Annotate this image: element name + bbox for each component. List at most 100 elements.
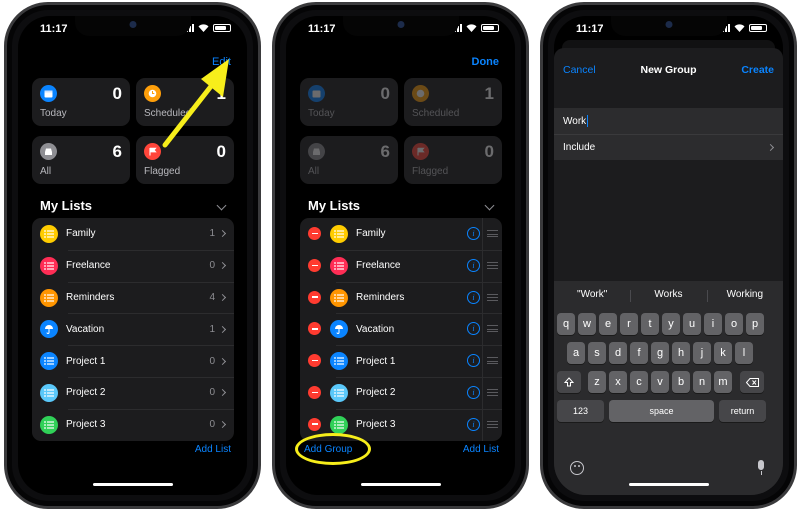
- info-icon[interactable]: i: [467, 227, 480, 240]
- suggestion[interactable]: Works: [630, 289, 706, 305]
- key-r[interactable]: r: [620, 313, 638, 335]
- space-key[interactable]: space: [609, 400, 714, 422]
- key-b[interactable]: b: [672, 371, 690, 393]
- key-q[interactable]: q: [557, 313, 575, 335]
- delete-icon[interactable]: [308, 322, 321, 336]
- add-list-button[interactable]: Add List: [463, 444, 499, 455]
- card-scheduled: 1 Scheduled: [404, 78, 502, 126]
- info-icon[interactable]: i: [467, 385, 480, 399]
- key-c[interactable]: c: [630, 371, 648, 393]
- reorder-handle-icon[interactable]: [487, 388, 498, 396]
- list-row-reminders[interactable]: Reminders i: [300, 281, 502, 314]
- notch: [610, 16, 727, 36]
- shift-icon[interactable]: [557, 371, 581, 393]
- key-f[interactable]: f: [630, 342, 648, 364]
- key-z[interactable]: z: [588, 371, 606, 393]
- suggestion[interactable]: Working: [706, 289, 783, 305]
- list-name: Project 3: [66, 419, 106, 431]
- key-x[interactable]: x: [609, 371, 627, 393]
- group-form: Work Include: [554, 108, 783, 160]
- list-row-project-2[interactable]: Project 2 i: [300, 376, 502, 409]
- key-n[interactable]: n: [693, 371, 711, 393]
- list-row-family[interactable]: Family i: [300, 218, 502, 250]
- info-icon[interactable]: i: [467, 290, 480, 304]
- reorder-handle-icon[interactable]: [487, 293, 498, 301]
- return-key[interactable]: return: [719, 400, 766, 422]
- key-e[interactable]: e: [599, 313, 617, 335]
- delete-icon[interactable]: [308, 258, 321, 272]
- chevron-down-icon[interactable]: [216, 200, 227, 211]
- done-button[interactable]: Done: [472, 56, 500, 68]
- reorder-handle-icon[interactable]: [487, 420, 498, 428]
- chevron-down-icon[interactable]: [484, 200, 495, 211]
- info-icon[interactable]: i: [467, 417, 480, 431]
- list-row-vacation[interactable]: Vacation i: [300, 313, 502, 345]
- key-row-1: q w e r t y u i o p: [554, 313, 783, 335]
- numbers-key[interactable]: 123: [557, 400, 604, 422]
- cancel-button[interactable]: Cancel: [563, 64, 596, 76]
- key-g[interactable]: g: [651, 342, 669, 364]
- list-row-reminders[interactable]: Reminders 4: [32, 281, 234, 314]
- delete-icon[interactable]: [308, 290, 321, 304]
- reorder-handle-icon[interactable]: [487, 357, 498, 365]
- emoji-icon[interactable]: [570, 461, 584, 475]
- text-cursor: [587, 115, 589, 127]
- key-d[interactable]: d: [609, 342, 627, 364]
- group-name-field[interactable]: Work: [554, 108, 783, 134]
- key-t[interactable]: t: [641, 313, 659, 335]
- include-row[interactable]: Include: [554, 134, 783, 160]
- my-lists-title: My Lists: [40, 198, 93, 213]
- key-m[interactable]: m: [714, 371, 732, 393]
- list-row-project-3[interactable]: Project 3 0: [32, 408, 234, 441]
- card-count: 6: [112, 142, 122, 161]
- key-u[interactable]: u: [683, 313, 701, 335]
- info-icon[interactable]: i: [467, 354, 480, 368]
- key-l[interactable]: l: [735, 342, 753, 364]
- key-s[interactable]: s: [588, 342, 606, 364]
- list-icon: [330, 383, 348, 402]
- key-y[interactable]: y: [662, 313, 680, 335]
- backspace-icon[interactable]: [740, 371, 764, 393]
- list-row-freelance[interactable]: Freelance i: [300, 249, 502, 282]
- delete-icon[interactable]: [308, 385, 321, 399]
- list-row-project-2[interactable]: Project 2 0: [32, 376, 234, 409]
- delete-icon[interactable]: [308, 354, 321, 368]
- list-row-vacation[interactable]: Vacation 1: [32, 313, 234, 345]
- create-button[interactable]: Create: [741, 64, 774, 76]
- card-today[interactable]: 0 Today: [32, 78, 130, 126]
- key-k[interactable]: k: [714, 342, 732, 364]
- key-j[interactable]: j: [693, 342, 711, 364]
- list-row-family[interactable]: Family 1: [32, 218, 234, 250]
- reorder-handle-icon[interactable]: [487, 230, 498, 237]
- info-icon[interactable]: i: [467, 322, 480, 336]
- key-p[interactable]: p: [746, 313, 764, 335]
- suggestion[interactable]: "Work": [554, 289, 630, 305]
- key-i[interactable]: i: [704, 313, 722, 335]
- key-h[interactable]: h: [672, 342, 690, 364]
- list-row-freelance[interactable]: Freelance 0: [32, 249, 234, 282]
- key-w[interactable]: w: [578, 313, 596, 335]
- chevron-right-icon: [218, 262, 227, 270]
- battery-icon: [481, 24, 499, 32]
- list-row-project-1[interactable]: Project 1 0: [32, 345, 234, 377]
- list-icon: [330, 256, 348, 275]
- chevron-right-icon: [766, 143, 775, 152]
- reorder-handle-icon[interactable]: [487, 325, 498, 333]
- key-a[interactable]: a: [567, 342, 585, 364]
- key-o[interactable]: o: [725, 313, 743, 335]
- add-list-button[interactable]: Add List: [195, 444, 231, 455]
- reorder-handle-icon[interactable]: [487, 261, 498, 269]
- delete-icon[interactable]: [308, 417, 321, 431]
- wifi-icon: [198, 24, 209, 32]
- list-row-project-1[interactable]: Project 1 i: [300, 345, 502, 377]
- info-icon[interactable]: i: [467, 258, 480, 272]
- microphone-icon[interactable]: [758, 460, 764, 475]
- key-v[interactable]: v: [651, 371, 669, 393]
- delete-icon[interactable]: [308, 227, 321, 240]
- list-icon: [330, 288, 348, 307]
- list-count: 1: [209, 323, 215, 335]
- list-name: Freelance: [356, 260, 401, 272]
- list-count: 1: [209, 228, 215, 240]
- card-all[interactable]: 6 All: [32, 136, 130, 184]
- phone-reminders-list: 11:17 Edit 0 Today 1 Scheduled: [4, 2, 261, 509]
